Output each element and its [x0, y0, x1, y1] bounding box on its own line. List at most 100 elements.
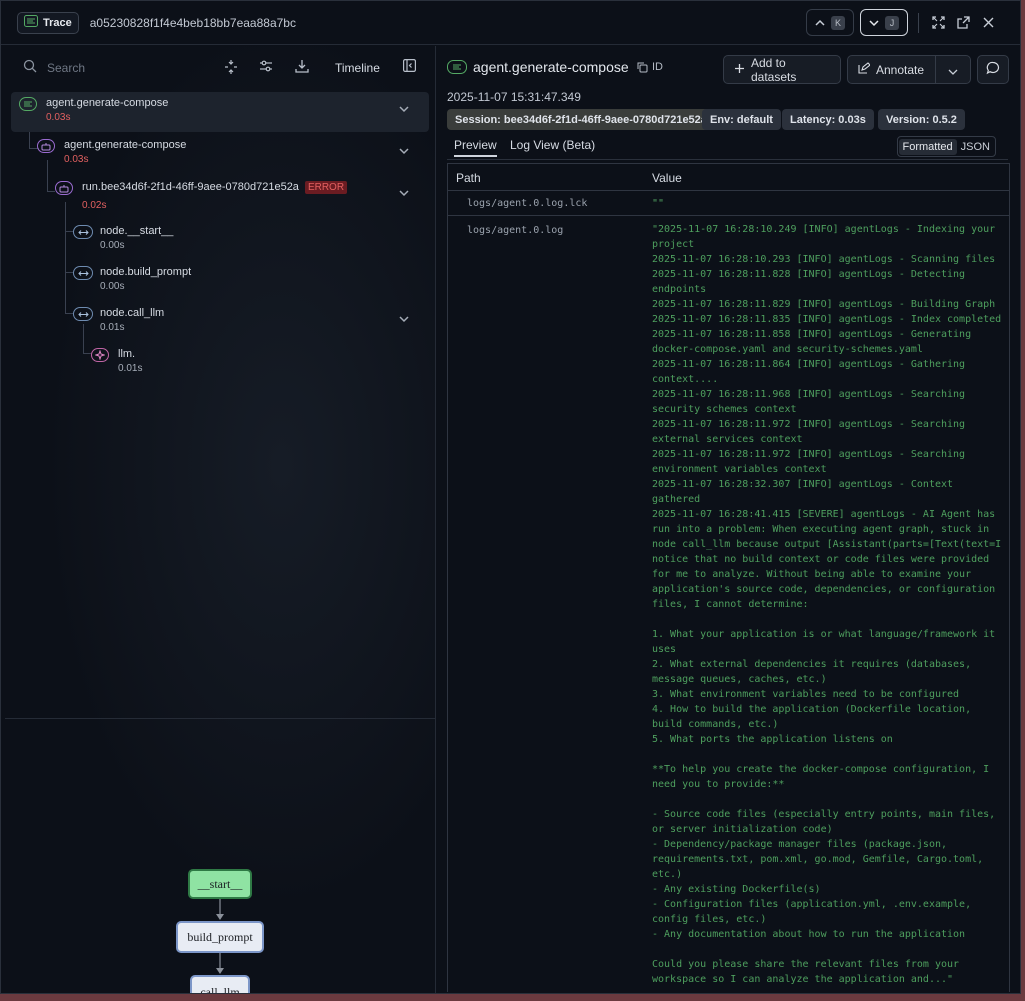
shortcut-j: J [885, 15, 899, 30]
tree-item-duration: 0.03s [64, 154, 89, 165]
row-value: "" [652, 198, 665, 209]
graph-node-call-llm[interactable]: call_llm [190, 975, 250, 993]
detail-tabs: Preview Log View (Beta) Formatted JSON [447, 134, 1008, 160]
shortcut-k: K [831, 15, 845, 30]
tree-item-label: agent.generate-compose [46, 97, 169, 109]
tree-item-duration: 0.00s [100, 281, 125, 292]
top-bar: Trace a05230828f1f4e4beb18bb7eaa88a7bc K… [1, 1, 1020, 45]
tree-toolbar: Search Timeline [1, 46, 436, 90]
tree-item-agent[interactable]: agent.generate-compose 0.03s [29, 134, 429, 174]
sparkle-icon [91, 348, 109, 362]
tab-log-view[interactable]: Log View (Beta) [510, 138, 595, 152]
row-path: logs/agent.0.log [467, 225, 564, 236]
search-input[interactable]: Search [47, 61, 85, 75]
comment-icon [986, 61, 1000, 78]
graph-edge [216, 899, 224, 920]
chevron-up-icon [815, 16, 825, 30]
list-icon [447, 60, 467, 77]
annotate-label: Annotate [876, 62, 925, 77]
focus-icon[interactable] [224, 59, 238, 78]
arrows-icon [73, 225, 93, 239]
env-badge: Env: default [702, 109, 781, 130]
tree-item-duration: 0.01s [100, 322, 125, 333]
table-header: Path Value [448, 164, 1009, 191]
chevron-down-icon[interactable] [399, 314, 409, 326]
expand-icon[interactable] [929, 13, 948, 32]
span-detail-panel: agent.generate-compose ID Add to dataset… [437, 46, 1020, 993]
add-to-datasets-button[interactable]: Add to datasets [723, 55, 841, 84]
table-row: logs/agent.0.log.lck "" [448, 191, 1009, 216]
graph-node-build-prompt[interactable]: build_prompt [176, 921, 264, 953]
chevron-down-icon[interactable] [399, 188, 409, 200]
collapse-panel-icon[interactable] [403, 59, 417, 75]
tree-item-label: node.call_llm [100, 307, 165, 319]
tree-item-label: run.bee34d6f-2f1d-46ff-9aee-0780d721e52a [82, 181, 299, 193]
tree-item-duration: 0.03s [46, 112, 71, 123]
annotate-button[interactable]: Annotate [847, 55, 971, 84]
tree-item-llm[interactable]: llm. 0.01s [83, 343, 429, 383]
tree-item-root[interactable]: agent.generate-compose 0.03s [11, 92, 429, 132]
span-title: agent.generate-compose [473, 59, 629, 75]
divider [918, 12, 919, 33]
agent-icon [55, 181, 73, 195]
span-timestamp: 2025-11-07 15:31:47.349 [447, 90, 581, 104]
tree-item-node-build-prompt[interactable]: node.build_prompt 0.00s [65, 261, 429, 301]
filter-icon[interactable] [259, 59, 273, 76]
copy-icon [637, 62, 648, 72]
chevron-down-icon[interactable] [399, 146, 409, 158]
format-formatted-option[interactable]: Formatted [898, 138, 957, 155]
list-icon [19, 97, 37, 111]
trace-window: Trace a05230828f1f4e4beb18bb7eaa88a7bc K… [0, 0, 1021, 994]
search-icon [23, 59, 37, 76]
chevron-down-icon [869, 16, 879, 30]
trace-badge-label: Trace [43, 16, 72, 29]
column-header-path: Path [456, 171, 481, 185]
tree-item-run[interactable]: run.bee34d6f-2f1d-46ff-9aee-0780d721e52a… [47, 176, 429, 216]
graph-node-start[interactable]: __start__ [188, 869, 252, 899]
next-trace-button[interactable]: J [860, 9, 908, 36]
comment-button[interactable] [977, 55, 1009, 84]
attributes-table: Path Value logs/agent.0.log.lck "" logs/… [447, 163, 1010, 992]
error-badge: ERROR [304, 181, 348, 194]
edit-icon [858, 62, 871, 77]
session-badge[interactable]: Session: bee34d6f-2f1d-46ff-9aee-0780d72… [447, 109, 715, 130]
download-icon[interactable] [295, 59, 309, 76]
format-json-option[interactable]: JSON [957, 139, 994, 155]
graph-edge [216, 953, 224, 974]
tab-preview[interactable]: Preview [454, 138, 497, 157]
divider [935, 56, 936, 83]
previous-trace-button[interactable]: K [806, 9, 854, 36]
trace-tree-panel: Search Timeline agent.generate-compose 0… [1, 46, 436, 993]
timeline-toggle[interactable]: Timeline [335, 61, 380, 75]
graph-divider [5, 718, 436, 719]
chevron-down-icon[interactable] [399, 104, 409, 116]
trace-id: a05230828f1f4e4beb18bb7eaa88a7bc [89, 15, 296, 30]
tree-item-duration: 0.02s [82, 200, 107, 211]
arrows-icon [73, 266, 93, 280]
arrows-icon [73, 307, 93, 321]
trace-badge: Trace [17, 11, 79, 34]
tree-item-label: node.__start__ [100, 225, 174, 237]
latency-badge: Latency: 0.03s [782, 109, 874, 130]
header-actions: K J [806, 9, 998, 36]
row-value-log: "2025-11-07 16:28:10.249 [INFO] agentLog… [652, 224, 1002, 985]
format-toggle: Formatted JSON [896, 136, 996, 157]
tree-item-node-start[interactable]: node.__start__ 0.00s [65, 220, 429, 260]
tree-item-duration: 0.00s [100, 240, 125, 251]
column-header-value: Value [652, 171, 682, 185]
add-to-datasets-label: Add to datasets [751, 55, 797, 84]
tree-item-duration: 0.01s [118, 363, 143, 374]
tree-item-node-call-llm[interactable]: node.call_llm 0.01s [65, 302, 429, 342]
close-icon[interactable] [979, 13, 998, 32]
copy-id-button[interactable]: ID [637, 61, 663, 73]
external-link-icon[interactable] [954, 13, 973, 32]
plus-icon [734, 63, 745, 77]
tree-item-label: agent.generate-compose [64, 139, 187, 151]
chevron-down-icon[interactable] [948, 65, 958, 79]
id-label: ID [652, 61, 663, 73]
row-path: logs/agent.0.log.lck [467, 198, 588, 209]
tree-item-label: llm. [118, 348, 136, 360]
version-badge: Version: 0.5.2 [878, 109, 965, 130]
agent-icon [37, 139, 55, 153]
list-icon [24, 15, 38, 30]
